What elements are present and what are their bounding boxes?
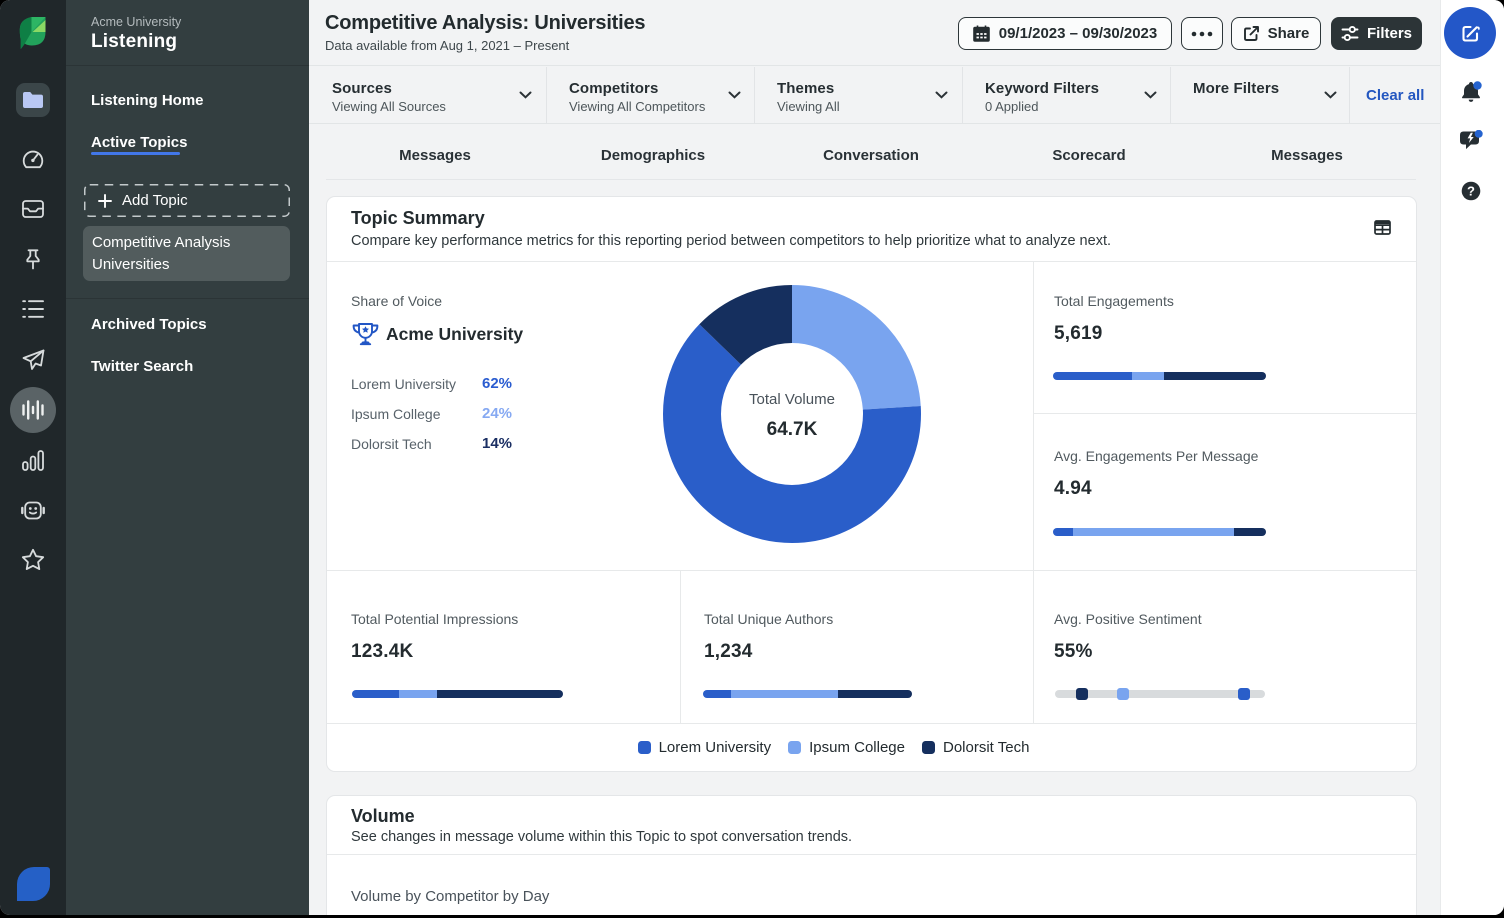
svg-text:?: ? [1467, 184, 1475, 199]
